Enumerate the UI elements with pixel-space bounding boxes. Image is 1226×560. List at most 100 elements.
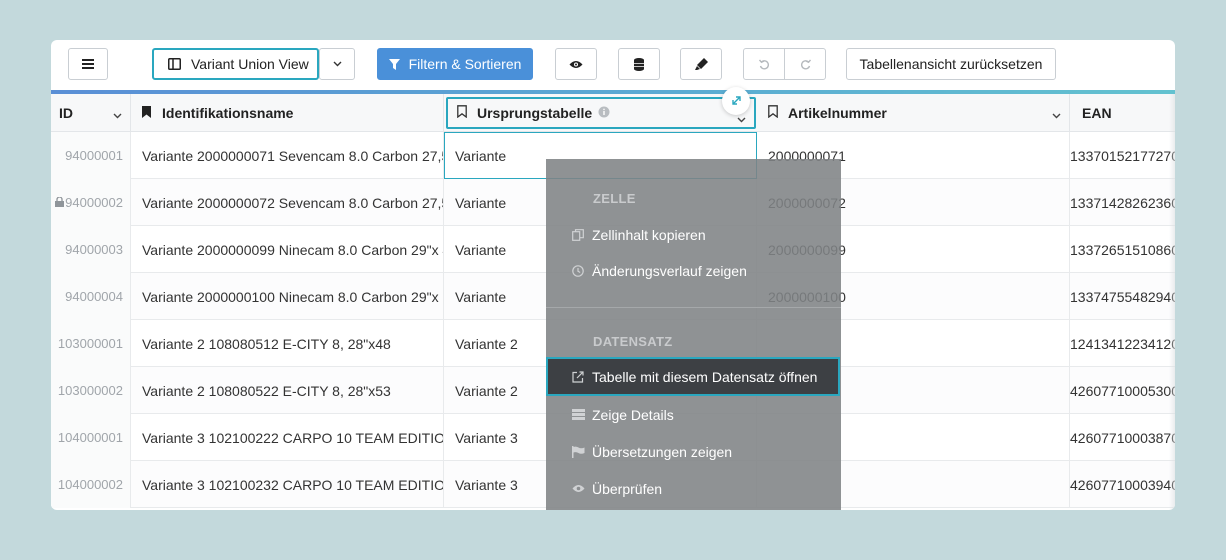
id-value: 103000002 — [57, 383, 123, 398]
bookmark-outline-icon — [457, 105, 467, 121]
highlight-button[interactable] — [680, 48, 722, 80]
lock-icon — [55, 195, 65, 210]
show-change-history-item[interactable]: Änderungsverlauf zeigen — [546, 252, 841, 289]
id-value: 94000002 — [65, 195, 123, 210]
ean-cell-value: 42607710003940 — [1070, 476, 1175, 493]
name-cell-value: Variante 2 108080512 E-CITY 8, 28"x48 — [142, 335, 391, 352]
expand-cell-button[interactable] — [722, 87, 750, 115]
ean-cell-value: 42607710003870 — [1070, 429, 1175, 446]
column-header-article[interactable]: Artikelnummer — [757, 94, 1070, 132]
ean-cell[interactable]: 13372651510860 — [1070, 226, 1175, 273]
id-cell[interactable]: 94000004 — [51, 273, 131, 320]
name-cell-value: Variante 2000000099 Ninecam 8.0 Carbon 2… — [142, 241, 444, 258]
clock-icon — [572, 264, 592, 277]
column-header-label: Ursprungstabelle — [477, 105, 593, 121]
flag-icon — [572, 445, 592, 458]
external-link-icon — [572, 370, 592, 383]
ean-cell[interactable]: 42607710003870 — [1070, 414, 1175, 461]
table-card: Variant Union View Filtern & Sortieren T… — [51, 40, 1175, 510]
marker-icon — [694, 57, 708, 71]
ean-cell[interactable]: 13370152177270 — [1070, 132, 1175, 179]
name-cell[interactable]: Variante 2 108080522 E-CITY 8, 28"x53 — [131, 367, 444, 414]
ean-cell[interactable]: 13374755482940 — [1070, 273, 1175, 320]
info-icon[interactable] — [598, 105, 610, 121]
id-value: 94000003 — [65, 242, 123, 257]
menu-button[interactable] — [68, 48, 108, 80]
ean-cell-value: 12413412234120 — [1070, 335, 1175, 352]
filter-icon — [388, 58, 400, 70]
menu-item-label: Tabelle mit diesem Datensatz öffnen — [592, 368, 818, 385]
name-cell-value: Variante 3 102100222 CARPO 10 TEAM EDITI… — [142, 429, 444, 446]
column-header-label: EAN — [1082, 105, 1112, 121]
database-button[interactable] — [618, 48, 660, 80]
menu-item-label: Übersetzungen zeigen — [592, 443, 733, 460]
name-cell[interactable]: Variante 2000000071 Sevencam 8.0 Carbon … — [131, 132, 444, 179]
source-cell-value: Variante — [455, 194, 507, 211]
id-value: 104000001 — [57, 430, 123, 445]
name-cell[interactable]: Variante 3 102100222 CARPO 10 TEAM EDITI… — [131, 414, 444, 461]
show-details-item[interactable]: Zeige Details — [546, 396, 841, 433]
copy-icon — [572, 228, 592, 241]
expand-icon — [731, 93, 742, 109]
eye-icon — [572, 484, 592, 493]
ean-cell-value: 42607710005300 — [1070, 382, 1175, 399]
chevron-down-icon[interactable] — [113, 106, 122, 122]
chevron-down-icon[interactable] — [1052, 106, 1061, 122]
id-cell[interactable]: 94000003 — [51, 226, 131, 273]
copy-cell-content-item[interactable]: Zellinhalt kopieren — [546, 216, 841, 253]
show-translations-item[interactable]: Übersetzungen zeigen — [546, 433, 841, 470]
redo-icon — [800, 59, 811, 70]
column-header-label: Identifikationsname — [162, 105, 294, 121]
id-cell[interactable]: 94000001 — [51, 132, 131, 179]
view-select-button[interactable]: Variant Union View — [152, 48, 319, 80]
scroll-edge-shadow — [1169, 94, 1175, 510]
column-header-ean[interactable]: EAN — [1070, 94, 1175, 132]
name-cell[interactable]: Variante 3 102100232 CARPO 10 TEAM EDITI… — [131, 461, 444, 508]
filter-sort-button[interactable]: Filtern & Sortieren — [377, 48, 533, 80]
check-item[interactable]: Überprüfen — [546, 470, 841, 507]
column-header-id[interactable]: ID — [51, 94, 131, 132]
id-cell[interactable]: 104000002 — [51, 461, 131, 508]
context-menu-section-cell: ZELLE — [593, 191, 636, 206]
name-cell-value: Variante 2000000071 Sevencam 8.0 Carbon … — [142, 147, 444, 164]
id-cell[interactable]: 103000001 — [51, 320, 131, 367]
column-header-label: ID — [59, 105, 73, 121]
ean-cell[interactable]: 42607710003940 — [1070, 461, 1175, 508]
menu-item-label: Zeige Details — [592, 406, 674, 423]
id-cell[interactable]: 103000002 — [51, 367, 131, 414]
id-cell[interactable]: 94000002 — [51, 179, 131, 226]
name-cell-value: Variante 2 108080522 E-CITY 8, 28"x53 — [142, 382, 391, 399]
name-cell-value: Variante 3 102100232 CARPO 10 TEAM EDITI… — [142, 476, 444, 493]
view-select-label: Variant Union View — [191, 56, 309, 72]
bookmark-filled-icon — [142, 105, 151, 121]
view-dropdown-button[interactable] — [319, 48, 355, 80]
redo-button[interactable] — [784, 48, 826, 80]
name-cell[interactable]: Variante 2000000100 Ninecam 8.0 Carbon 2… — [131, 273, 444, 320]
open-table-with-record-item[interactable]: Tabelle mit diesem Datensatz öffnen — [546, 357, 840, 396]
toolbar: Variant Union View Filtern & Sortieren T… — [51, 40, 1175, 90]
id-value: 94000001 — [65, 148, 123, 163]
visibility-button[interactable] — [555, 48, 597, 80]
name-cell[interactable]: Variante 2000000099 Ninecam 8.0 Carbon 2… — [131, 226, 444, 273]
bookmark-outline-icon — [768, 105, 778, 121]
ean-cell[interactable]: 12413412234120 — [1070, 320, 1175, 367]
name-cell[interactable]: Variante 2 108080512 E-CITY 8, 28"x48 — [131, 320, 444, 367]
source-cell-value: Variante 2 — [455, 382, 518, 399]
id-cell[interactable]: 104000001 — [51, 414, 131, 461]
undo-button[interactable] — [743, 48, 785, 80]
ean-cell-value: 13371428262360 — [1070, 194, 1175, 211]
menu-item-label: Überprüfen — [592, 480, 663, 497]
id-value: 104000002 — [57, 477, 123, 492]
name-cell-value: Variante 2000000072 Sevencam 8.0 Carbon … — [142, 194, 444, 211]
reset-view-button[interactable]: Tabellenansicht zurücksetzen — [846, 48, 1056, 80]
ean-cell[interactable]: 13371428262360 — [1070, 179, 1175, 226]
name-cell[interactable]: Variante 2000000072 Sevencam 8.0 Carbon … — [131, 179, 444, 226]
filter-sort-label: Filtern & Sortieren — [408, 56, 522, 72]
undo-icon — [758, 59, 770, 70]
source-cell-value: Variante 2 — [455, 335, 518, 352]
column-header-source[interactable]: Ursprungstabelle — [446, 97, 756, 129]
ean-cell[interactable]: 42607710005300 — [1070, 367, 1175, 414]
column-header-name[interactable]: Identifikationsname — [131, 94, 444, 132]
list-icon — [572, 409, 592, 420]
name-cell-value: Variante 2000000100 Ninecam 8.0 Carbon 2… — [142, 288, 444, 305]
